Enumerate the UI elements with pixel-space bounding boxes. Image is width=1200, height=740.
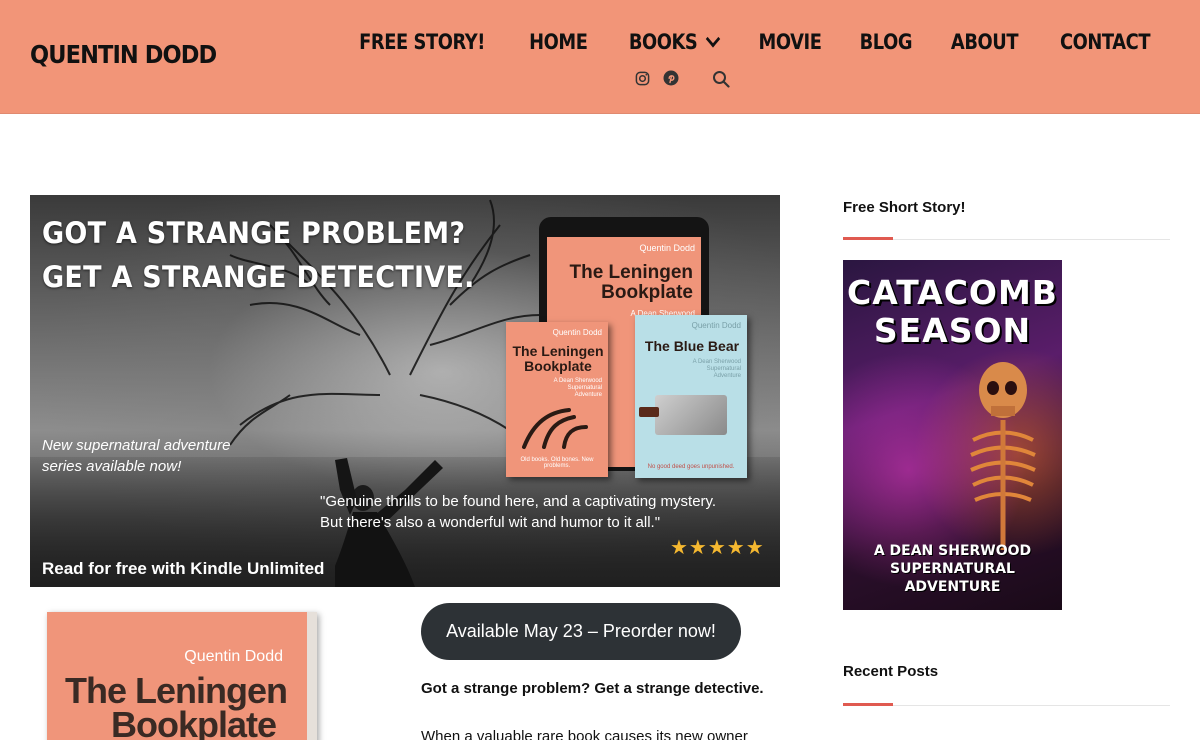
main-nav: FREE STORY! HOME BOOKS MOVIE BLOG ABOUT …	[348, 30, 1158, 54]
cleaver-handle	[639, 407, 659, 417]
hero-book-blue-bear-sub-1: A Dean Sherwood	[692, 359, 741, 365]
hero-review-quote-line-2: But there's also a wonderful wit and hum…	[320, 514, 661, 531]
tablet-book-author: Quentin Dodd	[639, 243, 695, 253]
tablet-book-title: The Leningen Bookplate	[553, 262, 694, 303]
search-icon[interactable]	[712, 70, 730, 88]
widget-title-recent-posts: Recent Posts	[843, 663, 939, 680]
free-story-series-3: ADVENTURE	[904, 579, 1001, 595]
nav-item-books-label: BOOKS	[628, 30, 697, 54]
nav-item-contact[interactable]: CONTACT	[1060, 30, 1151, 54]
hero-subtitle-line-2: series available now!	[42, 458, 182, 475]
chevron-down-icon[interactable]	[704, 30, 720, 48]
social-links	[634, 70, 692, 86]
feature-book-title-2: Bookplate	[111, 704, 277, 740]
free-story-title-1: CATACOMB	[847, 273, 1058, 312]
skeleton-illustration	[970, 362, 1036, 550]
feature-book-cover[interactable]: Quentin Dodd The Leningen Bookplate	[47, 612, 317, 740]
site-title[interactable]: QUENTIN DODD	[30, 40, 217, 69]
hero-banner[interactable]: GOT A STRANGE PROBLEM? GET A STRANGE DET…	[30, 195, 780, 587]
free-story-series-2: SUPERNATURAL	[890, 561, 1015, 577]
tablet-book-title-2: Bookplate	[601, 281, 693, 303]
hero-book-leningen-author: Quentin Dodd	[552, 328, 602, 337]
hero-review-quote: "Genuine thrills to be found here, and a…	[320, 491, 716, 533]
hero-headline-line-1: GOT A STRANGE PROBLEM?	[42, 216, 466, 250]
cleaver-illustration	[655, 395, 727, 435]
nav-item-free-story[interactable]: FREE STORY!	[359, 30, 485, 54]
preorder-button[interactable]: Available May 23 – Preorder now!	[421, 603, 741, 660]
feature-description: When a valuable rare book causes its new…	[421, 728, 748, 740]
tablet-book-title-1: The Leningen	[569, 262, 694, 283]
hero-book-blue-bear-sub-3: Adventure	[713, 373, 741, 380]
free-story-title-2: SEASON	[873, 311, 1032, 350]
rating-stars: ★★★★★	[670, 537, 765, 559]
nav-item-blog[interactable]: BLOG	[860, 30, 913, 54]
widget-accent-bar	[843, 703, 893, 706]
hero-headline-line-2: GET A STRANGE DETECTIVE.	[42, 260, 475, 294]
hero-subtitle-line-1: New supernatural adventure	[42, 437, 231, 454]
woman-figure-illustration	[335, 458, 443, 587]
hero-review-quote-line-1: "Genuine thrills to be found here, and a…	[320, 493, 717, 510]
hero-book-blue-bear-sub-2: Supernatural	[706, 366, 741, 373]
hero-book-blue-bear-title: The Blue Bear	[644, 338, 740, 354]
nav-item-books[interactable]: BOOKS	[628, 30, 720, 54]
feature-book-title-1: The Leningen	[65, 670, 288, 711]
nav-item-movie[interactable]: MOVIE	[759, 30, 822, 54]
instagram-icon[interactable]	[634, 70, 650, 86]
hero-book-leningen-tagline: Old books. Old bones. New problems.	[520, 457, 594, 469]
hero-book-blue-bear-sub: A Dean Sherwood Supernatural Adventure	[693, 359, 741, 381]
feature-tagline: Got a strange problem? Get a strange det…	[421, 680, 764, 697]
nav-item-home[interactable]: HOME	[529, 30, 588, 54]
hero-book-leningen: Quentin Dodd The Leningen Bookplate A De…	[506, 322, 608, 477]
hero-book-blue-bear: Quentin Dodd The Blue Bear A Dean Sherwo…	[635, 315, 747, 478]
hero-book-leningen-sub: A Dean Sherwood Supernatural Adventure	[554, 378, 602, 400]
hero-book-leningen-title-2: Bookplate	[524, 357, 592, 374]
feature-book-author: Quentin Dodd	[184, 648, 283, 665]
claw-illustration	[522, 408, 588, 449]
hero-book-leningen-title: The Leningen Bookplate	[512, 344, 604, 373]
hero-book-leningen-sub-2: Supernatural	[567, 385, 602, 392]
hero-book-leningen-sub-1: A Dean Sherwood	[553, 378, 602, 384]
free-story-title: CATACOMB SEASON	[843, 274, 1062, 350]
hero-subtitle: New supernatural adventure series availa…	[42, 435, 230, 477]
widget-title-free-story: Free Short Story!	[843, 199, 966, 216]
hero-book-blue-bear-author: Quentin Dodd	[691, 321, 741, 330]
pinterest-icon[interactable]	[663, 70, 679, 86]
free-story-series: A DEAN SHERWOOD SUPERNATURAL ADVENTURE	[843, 542, 1062, 596]
widget-accent-bar	[843, 237, 893, 240]
nav-item-about[interactable]: ABOUT	[951, 30, 1019, 54]
free-story-series-1: A DEAN SHERWOOD	[873, 543, 1032, 559]
site-header: QUENTIN DODD FREE STORY! HOME BOOKS MOVI…	[0, 0, 1200, 114]
kindle-unlimited-text: Read for free with Kindle Unlimited	[42, 559, 325, 578]
hero-book-leningen-sub-3: Adventure	[574, 392, 602, 399]
feature-book-title: The Leningen Bookplate	[65, 670, 288, 740]
hero-book-leningen-title-1: The Leningen	[512, 343, 604, 359]
hero-headline: GOT A STRANGE PROBLEM? GET A STRANGE DET…	[42, 211, 475, 299]
free-story-book-cover[interactable]: CATACOMB SEASON A DEAN SHERWOOD SUPERNAT…	[843, 260, 1062, 610]
hero-book-blue-bear-tagline: No good deed goes unpunished.	[647, 464, 735, 470]
